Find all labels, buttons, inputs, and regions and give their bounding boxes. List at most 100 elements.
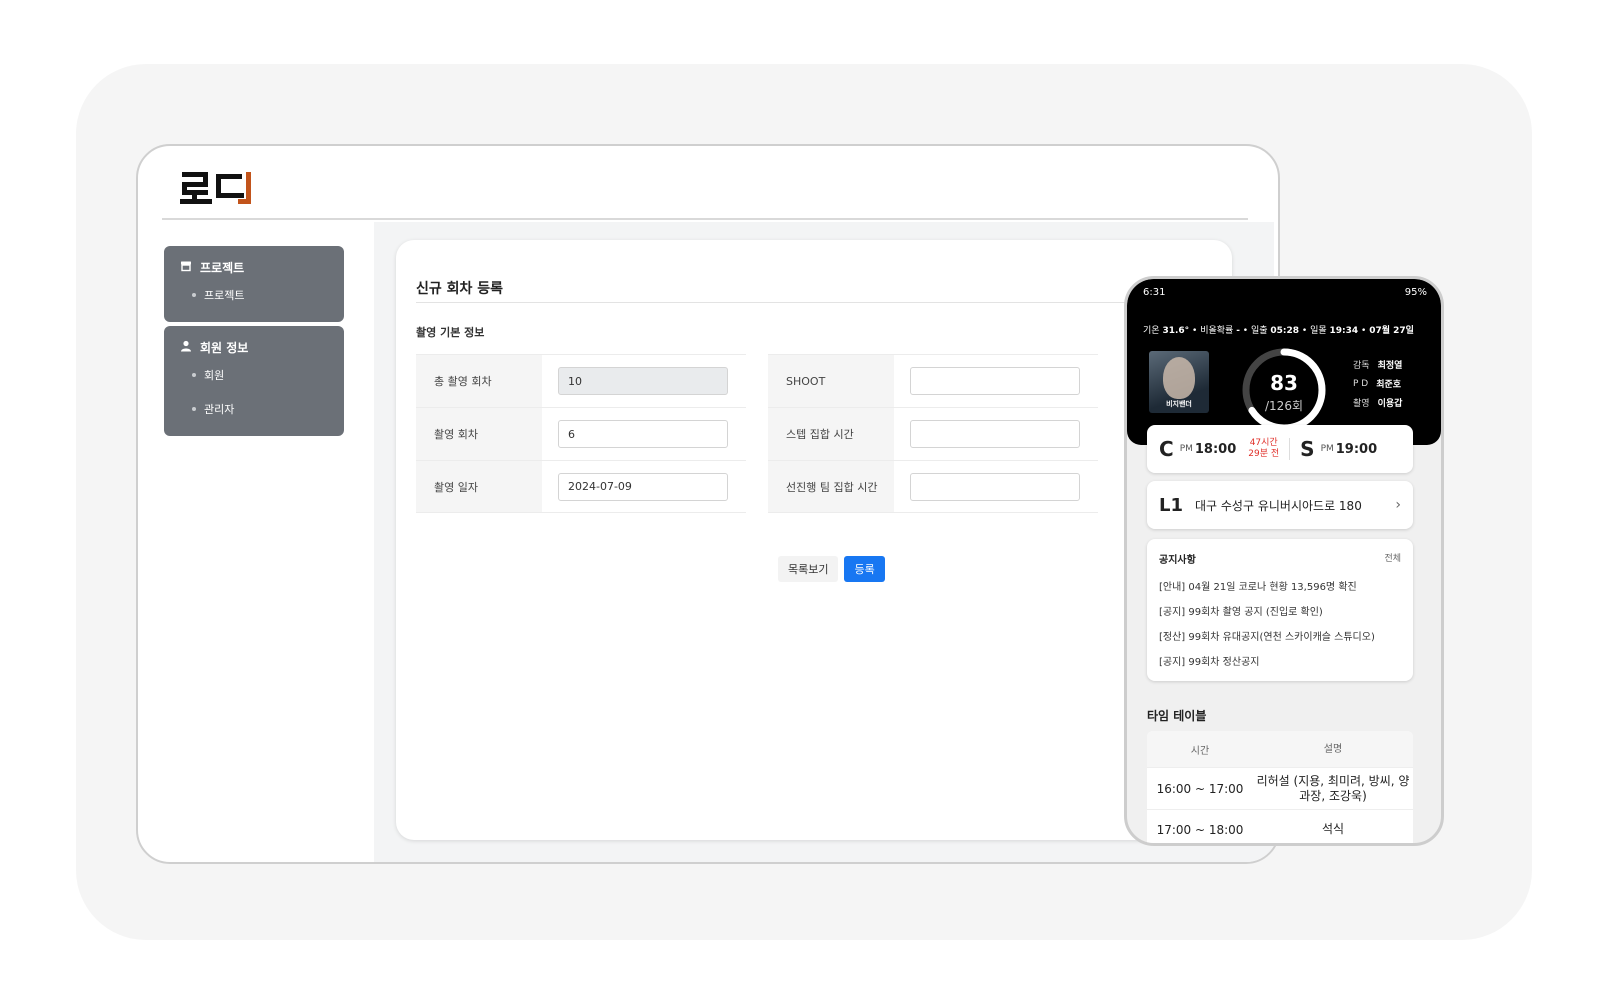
staff-call-time-input[interactable] — [910, 420, 1080, 448]
crew-role: 촬영 — [1353, 399, 1370, 409]
title-divider — [416, 302, 1232, 303]
advance-team-call-time-input[interactable] — [910, 472, 1080, 501]
remain-minutes: 29분 전 — [1248, 449, 1280, 459]
form-panel: 신규 회차 등록 촬영 기본 정보 총 촬영 회차 10 촬영 회차 6 촬영 … — [396, 240, 1232, 840]
sunset-label: 일몰 — [1310, 326, 1327, 336]
sidebar: 프로젝트 프로젝트 회원 정보 회원 관리자 — [164, 246, 344, 440]
status-bar: 6:31 95% — [1143, 287, 1427, 298]
app-logo[interactable] — [180, 168, 270, 208]
form-actions: 목록보기 등록 — [778, 556, 885, 582]
shoot-letter: S — [1300, 437, 1315, 461]
notice-item[interactable]: [공지] 99회차 정산공지 — [1159, 648, 1401, 673]
field-label: 선진행 팀 집합 시간 — [768, 461, 894, 512]
crew-name: 최정열 — [1377, 361, 1403, 371]
phone-mockup: 6:31 95% 기온 31.6° • 비올확률 - • 일출 05:28 • … — [1124, 276, 1444, 846]
time-remaining: 47시간 29분 전 — [1248, 438, 1291, 460]
remain-hours: 47시간 — [1249, 438, 1278, 448]
timetable: 시간 설명 16:00 ~ 17:00 리허설 (지용, 최미려, 방씨, 양과… — [1147, 731, 1413, 843]
bullet-icon — [192, 373, 196, 377]
row-time: 17:00 ~ 18:00 — [1156, 822, 1244, 837]
poster-figure — [1163, 357, 1195, 399]
weather-line: 기온 31.6° • 비올확률 - • 일출 05:28 • 일몰 19:34 … — [1143, 326, 1414, 336]
list-button[interactable]: 목록보기 — [778, 556, 839, 582]
field-label: 촬영 회차 — [416, 408, 542, 460]
notice-header: 공지사항 전체 — [1159, 551, 1401, 573]
temp-value: 31.6° — [1162, 326, 1190, 336]
field-label: 촬영 일자 — [416, 461, 542, 512]
field-label: SHOOT — [768, 355, 894, 407]
notice-card: 공지사항 전체 [안내] 04월 21일 코로나 현황 13,596명 확진 [… — [1147, 539, 1413, 681]
crew-role: P D — [1353, 378, 1369, 389]
shoot-input[interactable] — [910, 367, 1080, 395]
form-row-shoot-number: 촬영 회차 6 — [416, 407, 746, 460]
col-time: 시간 — [1190, 745, 1210, 757]
sidebar-item-project[interactable]: 프로젝트 — [180, 278, 328, 312]
admin-window: 프로젝트 프로젝트 회원 정보 회원 관리자 신규 회차 등록 촬영 기본 정보… — [136, 144, 1280, 864]
sidebar-group-project-head[interactable]: 프로젝트 — [180, 256, 328, 278]
logo-mark — [180, 172, 251, 204]
sidebar-group-label: 회원 정보 — [200, 340, 249, 355]
sidebar-item-admin[interactable]: 관리자 — [180, 392, 328, 426]
movie-poster[interactable]: 비지밴더 — [1149, 351, 1209, 413]
sunrise-label: 일출 — [1250, 326, 1268, 336]
crew-name: 최준호 — [1376, 380, 1402, 390]
submit-button[interactable]: 등록 — [844, 556, 885, 582]
notice-item[interactable]: [안내] 04월 21일 코로나 현황 13,596명 확진 — [1159, 573, 1401, 598]
call-time: 18:00 — [1194, 441, 1237, 457]
crew-row: 감독 최정열 — [1353, 355, 1402, 374]
temp-label: 기온 — [1143, 326, 1160, 336]
field-label: 스텝 집합 시간 — [768, 408, 894, 460]
timetable-header: 시간 설명 — [1147, 731, 1413, 767]
sidebar-group-members-head[interactable]: 회원 정보 — [180, 336, 328, 358]
status-time: 6:31 — [1143, 287, 1166, 298]
location-address: 대구 수성구 유니버시아드로 180 — [1195, 498, 1362, 513]
total-shoots-input: 10 — [558, 367, 728, 395]
crew-row: P D 최준호 — [1353, 374, 1402, 393]
phone-header: 6:31 95% 기온 31.6° • 비올확률 - • 일출 05:28 • … — [1127, 279, 1441, 445]
form-row-shoot: SHOOT — [768, 354, 1098, 407]
store-icon — [180, 260, 192, 275]
section-title: 촬영 기본 정보 — [416, 326, 485, 339]
rain-value: - — [1236, 326, 1240, 336]
sidebar-item-label: 프로젝트 — [204, 289, 245, 302]
location-card[interactable]: L1 대구 수성구 유니버시아드로 180 › — [1147, 481, 1413, 529]
crew-role: 감독 — [1353, 361, 1370, 371]
bullet-icon — [192, 293, 196, 297]
person-icon — [180, 340, 192, 355]
call-letter: C — [1159, 437, 1174, 461]
notice-all-link[interactable]: 전체 — [1384, 551, 1401, 573]
row-desc: 석식 — [1321, 822, 1345, 836]
rain-label: 비올확률 — [1200, 326, 1234, 336]
crew-name: 이용갑 — [1377, 399, 1403, 409]
shoot-time: 19:00 — [1335, 441, 1378, 457]
row-desc: 리허설 (지용, 최미려, 방씨, 양과장, 조강욱) — [1256, 773, 1410, 803]
field-label: 총 촬영 회차 — [416, 355, 542, 407]
table-row: 17:00 ~ 18:00 석식 — [1147, 809, 1413, 843]
form-table-right: SHOOT 스텝 집합 시간 선진행 팀 집합 시간 — [768, 354, 1098, 513]
form-row-staff-call: 스텝 집합 시간 — [768, 407, 1098, 460]
form-row-total-shoots: 총 촬영 회차 10 — [416, 354, 746, 407]
notice-item[interactable]: [정산] 99회차 유대공지(연천 스카이캐슬 스튜디오) — [1159, 623, 1401, 648]
form-row-advance-call: 선진행 팀 집합 시간 — [768, 460, 1098, 513]
sidebar-group-project: 프로젝트 프로젝트 — [164, 246, 344, 322]
call-pm: PM — [1179, 444, 1193, 454]
sidebar-item-label: 관리자 — [204, 403, 235, 416]
location-code: L1 — [1159, 494, 1183, 516]
timetable-title: 타임 테이블 — [1147, 709, 1207, 723]
sidebar-item-label: 회원 — [204, 369, 225, 382]
sidebar-item-member[interactable]: 회원 — [180, 358, 328, 392]
shoot-pm: PM — [1320, 444, 1334, 454]
poster-title: 비지밴더 — [1166, 400, 1192, 408]
notice-title: 공지사항 — [1159, 555, 1196, 566]
call-time-card[interactable]: C PM 18:00 47시간 29분 전 S PM 19:00 — [1147, 425, 1413, 473]
table-row: 16:00 ~ 17:00 리허설 (지용, 최미려, 방씨, 양과장, 조강욱… — [1147, 767, 1413, 809]
chevron-right-icon: › — [1395, 497, 1401, 513]
date-value: 07월 27일 — [1369, 326, 1414, 336]
shoot-date-input[interactable]: 2024-07-09 — [558, 472, 728, 501]
notice-item[interactable]: [공지] 99회차 촬영 공지 (진입로 확인) — [1159, 598, 1401, 623]
row-time: 16:00 ~ 17:00 — [1156, 781, 1244, 796]
crew-row: 촬영 이용갑 — [1353, 393, 1402, 412]
header-divider — [162, 218, 1248, 220]
shoot-number-input[interactable]: 6 — [558, 420, 728, 448]
sidebar-group-label: 프로젝트 — [200, 260, 245, 275]
